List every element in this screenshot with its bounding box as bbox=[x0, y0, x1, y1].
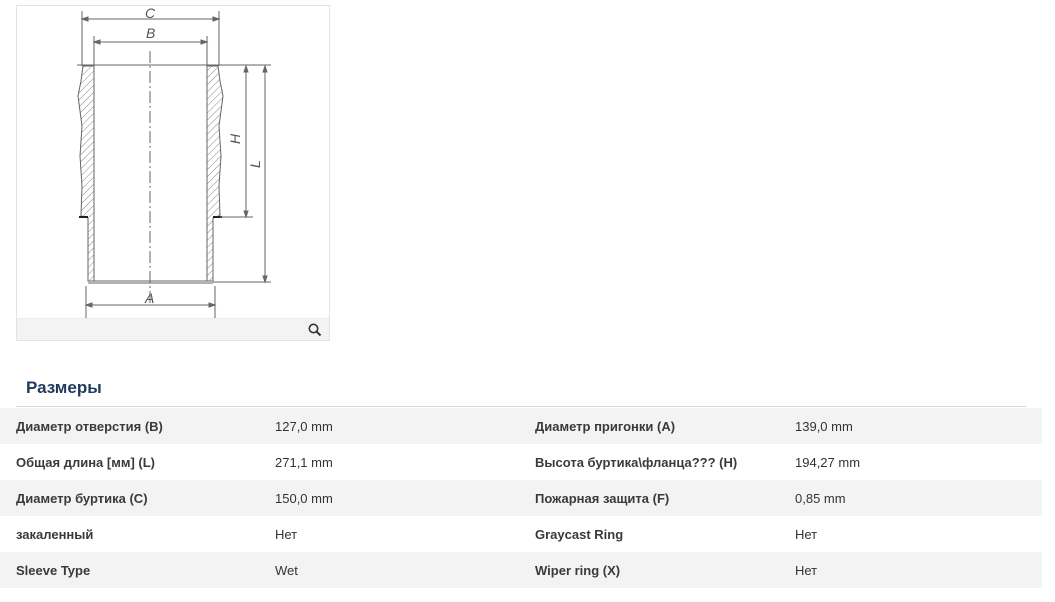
product-image-panel[interactable]: C B A H L bbox=[16, 5, 330, 341]
spec-value: Нет bbox=[795, 552, 1042, 588]
section-divider bbox=[16, 406, 1026, 407]
spec-row: Диаметр отверстия (B) 127,0 mm Диаметр п… bbox=[0, 408, 1042, 444]
spec-label: Wiper ring (X) bbox=[535, 552, 795, 588]
spec-row: Sleeve Type Wet Wiper ring (X) Нет bbox=[0, 552, 1042, 588]
dimension-label-h: H bbox=[227, 133, 243, 144]
spec-value: Нет bbox=[275, 526, 298, 542]
spec-value: 194,27 mm bbox=[795, 454, 861, 470]
spec-value: 271,1 mm bbox=[275, 454, 333, 470]
spec-value: Wet bbox=[275, 552, 535, 588]
spec-value: 0,85 mm bbox=[795, 480, 1042, 516]
dimension-label-b: B bbox=[146, 25, 155, 41]
specs-table: Диаметр отверстия (B) 127,0 mm Диаметр п… bbox=[0, 408, 1042, 588]
spec-row: Диаметр буртика (C) 150,0 mm Пожарная за… bbox=[0, 480, 1042, 516]
spec-label: Высота буртика\фланца??? (H) bbox=[535, 454, 738, 470]
spec-value: 127,0 mm bbox=[275, 408, 535, 444]
cylinder-liner-drawing: C B A H L bbox=[77, 6, 271, 318]
spec-label: Диаметр буртика (C) bbox=[0, 480, 275, 516]
dimension-label-l: L bbox=[247, 160, 263, 168]
spec-row: закаленный Нет Graycast Ring Нет bbox=[0, 516, 1042, 552]
spec-label: Диаметр пригонки (A) bbox=[535, 408, 795, 444]
image-toolbar bbox=[17, 318, 329, 340]
section-title: Размеры bbox=[26, 378, 102, 397]
dimension-label-c: C bbox=[145, 6, 156, 21]
spec-label: Sleeve Type bbox=[0, 552, 275, 588]
spec-label: Диаметр отверстия (B) bbox=[0, 408, 275, 444]
spec-label: закаленный bbox=[16, 526, 94, 542]
spec-value: 150,0 mm bbox=[275, 480, 535, 516]
spec-value: 139,0 mm bbox=[795, 408, 1042, 444]
dimension-label-a: A bbox=[144, 290, 154, 306]
spec-row: Общая длина [мм] (L) 271,1 mm Высота бур… bbox=[0, 444, 1042, 480]
spec-label: Пожарная защита (F) bbox=[535, 480, 795, 516]
spec-label: Graycast Ring bbox=[535, 526, 624, 542]
spec-value: Нет bbox=[795, 526, 818, 542]
magnifier-icon[interactable] bbox=[307, 322, 323, 338]
spec-label: Общая длина [мм] (L) bbox=[16, 454, 155, 470]
